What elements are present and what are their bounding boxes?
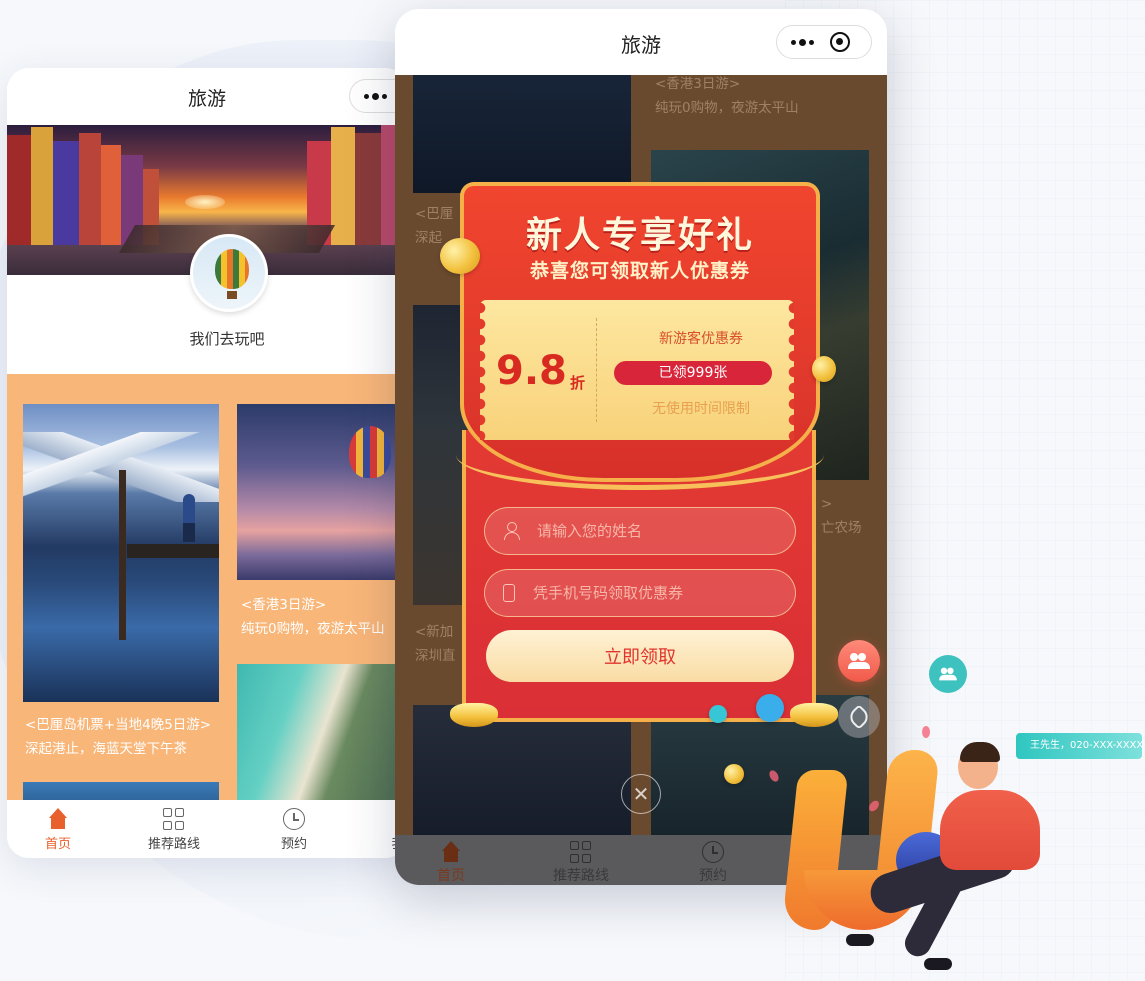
more-icon[interactable] <box>364 92 387 100</box>
clock-icon <box>283 808 305 830</box>
call-button[interactable] <box>838 696 880 738</box>
coupon-claimed-badge: 已领999张 <box>614 361 772 385</box>
nav-bar: 旅游 <box>7 68 407 125</box>
card-tag: <香港3日游> <box>241 597 327 613</box>
home-icon <box>47 808 69 830</box>
user-avatar-icon <box>756 694 784 722</box>
dot-icon <box>709 705 727 723</box>
coin-icon <box>440 238 480 274</box>
tab-home[interactable]: 首页 <box>13 808 103 852</box>
route-card-hongkong[interactable] <box>237 404 407 580</box>
chat-bubble: 王先生，020-XXX-XXXX <box>1016 733 1142 759</box>
route-card <box>413 75 631 193</box>
sun-glow <box>185 195 225 209</box>
home-icon <box>440 841 462 863</box>
coin-icon <box>724 764 744 784</box>
name-field[interactable] <box>484 507 796 555</box>
people-icon <box>848 653 870 669</box>
hot-air-balloon-icon <box>349 426 391 478</box>
phone-icon <box>503 584 515 602</box>
name-input[interactable] <box>537 522 777 540</box>
coupon-note: 无使用时间限制 <box>652 401 750 417</box>
clock-icon <box>702 841 724 863</box>
tab-booking[interactable]: 预约 <box>249 808 339 852</box>
tab-routes[interactable]: 推荐路线 <box>531 841 631 885</box>
add-user-icon <box>929 655 967 693</box>
tab-bar: 首页 推荐路线 预约 我 <box>7 800 407 858</box>
hot-air-balloon-icon <box>215 249 249 289</box>
mini-program-capsule <box>776 25 872 59</box>
page-title: 旅游 <box>187 88 226 110</box>
close-miniprogram-icon[interactable] <box>830 32 850 52</box>
more-icon[interactable] <box>791 38 814 46</box>
phone-input[interactable] <box>533 584 773 602</box>
route-grid: <巴厘岛机票+当地4晚5日游> 深起港止，海蓝天堂下午茶 <香港3日游> 纯玩0… <box>7 374 407 812</box>
tab-booking[interactable]: 预约 <box>663 841 763 885</box>
popup-title: 新人专享好礼 <box>525 215 754 256</box>
phone-icon <box>846 704 872 730</box>
nav-bar: 旅游 <box>395 9 887 75</box>
close-icon: ✕ <box>632 782 650 806</box>
coin-icon <box>812 356 836 382</box>
card-desc: 深起港止，海蓝天堂下午茶 <box>25 741 187 757</box>
claim-button[interactable]: 立即领取 <box>486 630 794 682</box>
coupon-amount: 9.8 <box>496 348 567 394</box>
gold-ingot-icon <box>790 703 838 727</box>
coupon-unit: 折 <box>570 374 586 392</box>
grid-icon <box>163 808 185 830</box>
tab-routes[interactable]: 推荐路线 <box>129 808 219 852</box>
gold-ingot-icon <box>450 703 498 727</box>
customer-service-button[interactable] <box>838 640 880 682</box>
avatar[interactable] <box>190 234 268 312</box>
route-card <box>413 705 631 835</box>
grid-icon <box>570 841 592 863</box>
card-tag: <巴厘岛机票+当地4晚5日游> <box>25 717 212 733</box>
close-popup-button[interactable]: ✕ <box>621 774 661 814</box>
card-desc: 纯玩0购物，夜游太平山 <box>241 621 385 637</box>
route-card-bali[interactable] <box>23 404 219 702</box>
person-illustration <box>940 790 1040 870</box>
route-card-beach[interactable] <box>237 664 407 804</box>
phone-back: 旅游 我们去玩吧 <巴厘岛机票+当地4晚5日游> 深起港止，海蓝天堂下午茶 <香… <box>7 68 407 858</box>
slogan: 我们去玩吧 <box>189 330 265 348</box>
popup-subtitle: 恭喜您可领取新人优惠券 <box>529 260 750 282</box>
phone-field[interactable] <box>484 569 796 617</box>
user-icon <box>503 522 520 540</box>
tab-home[interactable]: 首页 <box>401 841 501 885</box>
coupon-name: 新游客优惠券 <box>659 331 743 347</box>
